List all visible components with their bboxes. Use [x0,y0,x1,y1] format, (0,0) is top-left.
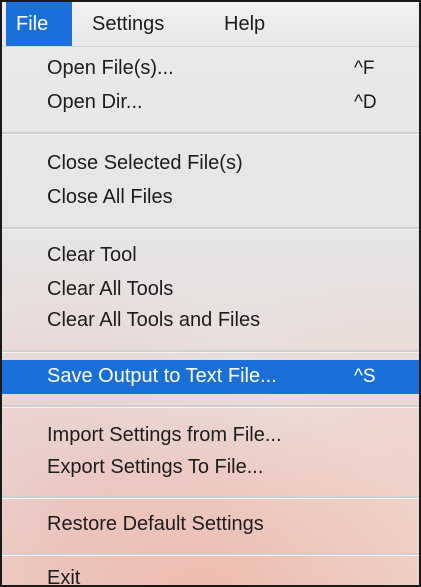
menu-item-clear-tool[interactable]: Clear Tool [2,239,419,272]
menu-separator [2,553,419,556]
menu-item-shortcut: ^D [354,92,377,113]
menu-item-close-selected-files[interactable]: Close Selected File(s) [2,147,419,180]
menu-item-label: Import Settings from File... [47,424,282,446]
menu-item-save-output-to-text-file[interactable]: Save Output to Text File... ^S [2,360,419,394]
menu-item-clear-all-tools-and-files[interactable]: Clear All Tools and Files [2,304,419,337]
menu-bar: File Settings Help [2,2,419,47]
menubar-settings[interactable]: Settings [82,2,192,46]
menu-item-label: Close Selected File(s) [47,152,243,174]
menu-item-clear-all-tools[interactable]: Clear All Tools [2,273,419,306]
menu-separator [2,496,419,499]
menu-separator [2,132,419,135]
menu-item-close-all-files[interactable]: Close All Files [2,181,419,214]
menu-item-label: Restore Default Settings [47,513,264,535]
menu-separator [2,227,419,230]
menubar-file[interactable]: File [6,2,72,46]
menu-item-label: Exit [47,567,81,587]
menu-item-label: Save Output to Text File... [47,365,277,387]
menu-item-shortcut: ^S [354,366,376,387]
screenshot-frame: File Settings Help Open File(s)... ^F Op… [0,0,421,587]
menu-item-export-settings[interactable]: Export Settings To File... [2,451,419,484]
menu-item-restore-default-settings[interactable]: Restore Default Settings [2,508,419,541]
menu-item-exit[interactable]: Exit [2,562,419,587]
menubar-help[interactable]: Help [214,2,284,46]
menu-item-label: Open File(s)... [47,57,174,79]
menu-item-shortcut: ^F [354,58,375,79]
menu-item-import-settings[interactable]: Import Settings from File... [2,419,419,452]
menu-item-open-dir[interactable]: Open Dir... ^D [2,86,419,119]
menu-item-label: Export Settings To File... [47,456,264,478]
menu-item-open-files[interactable]: Open File(s)... ^F [2,52,419,85]
menu-item-label: Close All Files [47,186,173,208]
menu-item-label: Clear Tool [47,244,137,266]
menu-item-label: Open Dir... [47,91,143,113]
menu-item-label: Clear All Tools [47,278,174,300]
menu-separator [2,405,419,408]
menu-separator [2,350,419,353]
menu-item-label: Clear All Tools and Files [47,309,261,331]
